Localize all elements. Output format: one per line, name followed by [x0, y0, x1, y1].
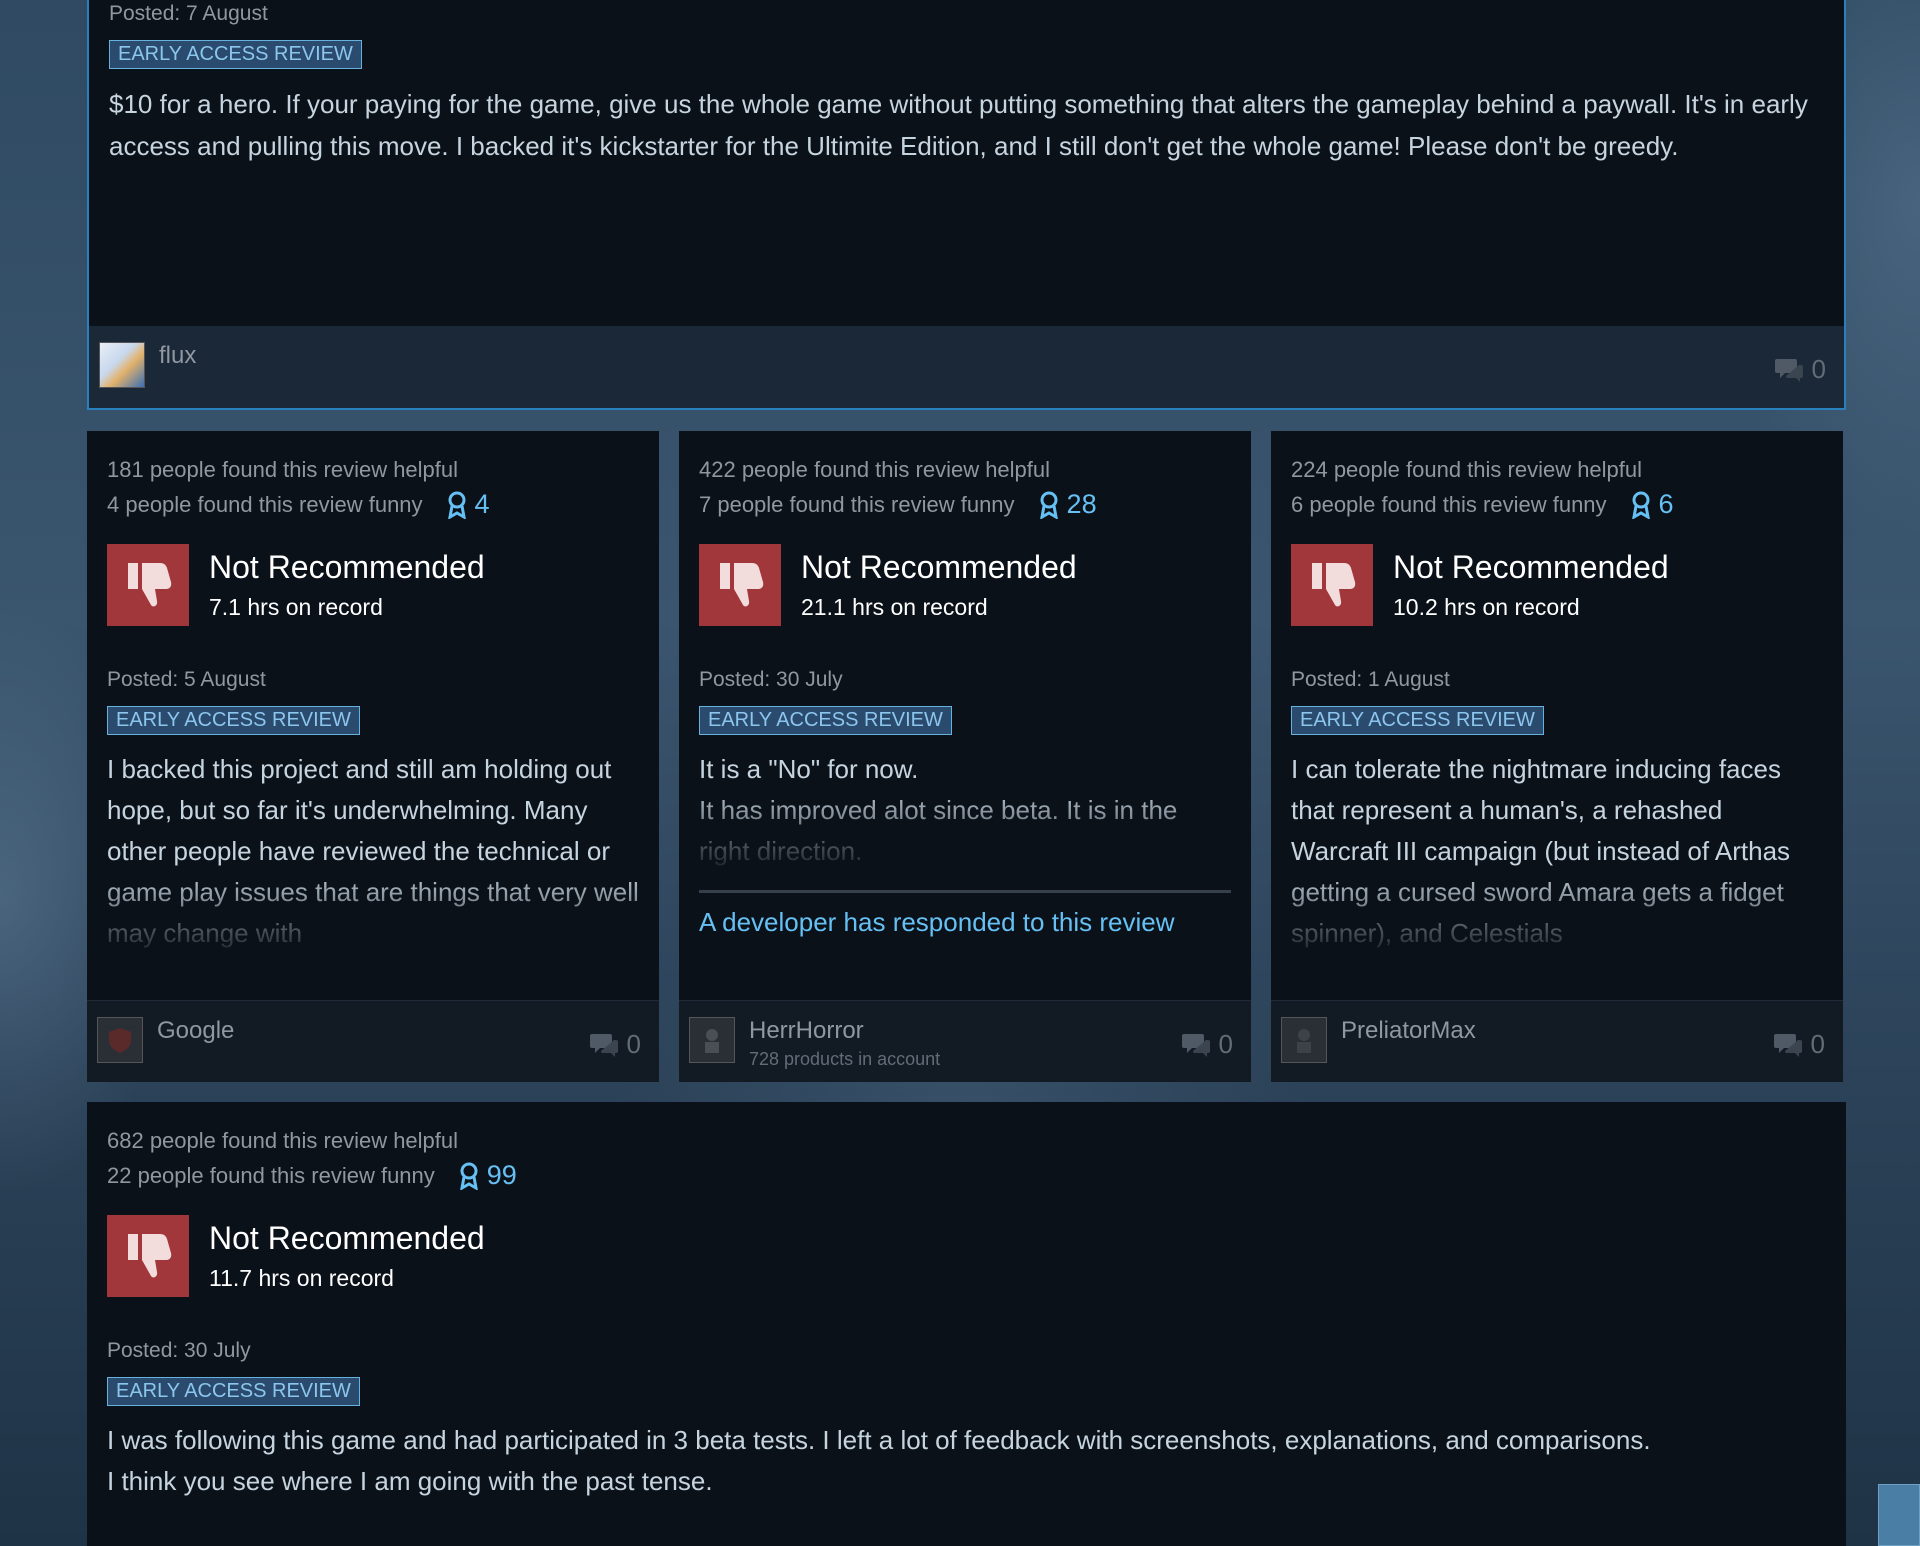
award-count: 6	[1658, 489, 1674, 519]
verdict-title: Not Recommended	[801, 549, 1077, 585]
shield-icon	[109, 1028, 131, 1053]
thumbs-down-icon	[1291, 544, 1373, 626]
hours-on-record: 7.1 hrs on record	[209, 594, 383, 620]
review-card[interactable]: 181 people found this review helpful 4 p…	[87, 431, 659, 1082]
comment-count[interactable]: 0	[1774, 354, 1826, 385]
thumbs-down-icon	[107, 544, 189, 626]
username[interactable]: PreliatorMax	[1341, 1017, 1476, 1045]
review-card[interactable]: 224 people found this review helpful 6 p…	[1271, 431, 1843, 1082]
award-count: 99	[486, 1160, 517, 1190]
verdict-title: Not Recommended	[209, 549, 485, 585]
funny-row: 4 people found this review funny 4	[107, 489, 639, 520]
username[interactable]: HerrHorror	[749, 1017, 864, 1045]
award-button[interactable]: 99	[459, 1160, 517, 1191]
early-access-badge: EARLY ACCESS REVIEW	[107, 1377, 360, 1406]
review-text: $10 for a hero. If your paying for the g…	[109, 89, 1808, 161]
verdict[interactable]: Not Recommended 11.7 hrs on record	[107, 1215, 1826, 1297]
funny-count: 7 people found this review funny	[699, 491, 1015, 517]
verdict[interactable]: Not Recommended 7.1 hrs on record	[107, 544, 639, 626]
review-text-line[interactable]: I think you see where I am going with th…	[107, 1461, 1826, 1502]
hours-on-record: 10.2 hrs on record	[1393, 594, 1580, 620]
funny-count: 4 people found this review funny	[107, 491, 423, 517]
posted-date: Posted: 30 July	[107, 1339, 251, 1362]
comment-count-value: 0	[1218, 1029, 1233, 1059]
early-access-badge: EARLY ACCESS REVIEW	[699, 706, 952, 735]
posted-date: Posted: 7 August	[109, 2, 268, 25]
funny-row: 7 people found this review funny 28	[699, 489, 1231, 520]
award-icon	[447, 491, 466, 519]
award-button[interactable]: 6	[1631, 489, 1674, 520]
review-footer: PreliatorMax 0	[1271, 1000, 1843, 1082]
review-card-top[interactable]: Posted: 7 August EARLY ACCESS REVIEW $10…	[87, 0, 1846, 410]
review-footer: flux 0	[89, 326, 1844, 408]
review-text-line[interactable]: It has improved alot since beta. It is i…	[699, 790, 1231, 872]
helpful-count: 682 people found this review helpful	[107, 1128, 459, 1153]
verdict[interactable]: Not Recommended 10.2 hrs on record	[1291, 544, 1823, 626]
award-count: 4	[474, 489, 490, 519]
funny-row: 22 people found this review funny 99	[107, 1160, 1826, 1191]
award-button[interactable]: 4	[447, 489, 490, 520]
helpful-count: 422 people found this review helpful	[699, 457, 1051, 482]
username[interactable]: Google	[157, 1017, 234, 1045]
products-in-account: 728 products in account	[749, 1049, 941, 1069]
award-icon	[459, 1162, 478, 1190]
verdict-title: Not Recommended	[209, 1220, 485, 1256]
hours-on-record: 11.7 hrs on record	[209, 1265, 394, 1291]
funny-count: 6 people found this review funny	[1291, 491, 1607, 517]
comment-icon	[589, 1033, 618, 1057]
thumbs-down-icon	[107, 1215, 189, 1297]
early-access-badge: EARLY ACCESS REVIEW	[1291, 706, 1544, 735]
posted-date: Posted: 5 August	[107, 668, 266, 691]
comment-icon	[1773, 1033, 1802, 1057]
username[interactable]: flux	[159, 342, 196, 370]
early-access-badge: EARLY ACCESS REVIEW	[109, 40, 362, 69]
thumbs-down-icon	[699, 544, 781, 626]
review-footer: Google 0	[87, 1000, 659, 1082]
review-card[interactable]: 422 people found this review helpful 7 p…	[679, 431, 1251, 1082]
comment-icon	[1181, 1033, 1210, 1057]
avatar[interactable]	[99, 342, 145, 388]
verdict-title: Not Recommended	[1393, 549, 1669, 585]
early-access-badge: EARLY ACCESS REVIEW	[107, 706, 360, 735]
comment-icon	[1774, 358, 1803, 382]
review-text-line[interactable]: I was following this game and had partic…	[107, 1420, 1826, 1461]
avatar[interactable]	[97, 1017, 143, 1063]
funny-count: 22 people found this review funny	[107, 1162, 435, 1188]
review-text[interactable]: I can tolerate the nightmare inducing fa…	[1291, 749, 1823, 957]
helpful-count: 181 people found this review helpful	[107, 457, 459, 482]
avatar[interactable]	[689, 1017, 735, 1063]
comment-count[interactable]: 0	[1773, 1029, 1825, 1060]
comment-count-value: 0	[1811, 354, 1826, 384]
award-button[interactable]: 28	[1039, 489, 1097, 520]
comment-count-value: 0	[1810, 1029, 1825, 1059]
developer-response-link[interactable]: A developer has responded to this review	[699, 890, 1231, 938]
comment-count[interactable]: 0	[589, 1029, 641, 1060]
helpful-count: 224 people found this review helpful	[1291, 457, 1643, 482]
verdict[interactable]: Not Recommended 21.1 hrs on record	[699, 544, 1231, 626]
funny-row: 6 people found this review funny 6	[1291, 489, 1823, 520]
award-icon	[1039, 491, 1058, 519]
award-icon	[1631, 491, 1650, 519]
avatar[interactable]	[1281, 1017, 1327, 1063]
review-card-wide[interactable]: 682 people found this review helpful 22 …	[87, 1102, 1846, 1546]
review-text-line[interactable]: It is a "No" for now.	[699, 749, 1231, 790]
comment-count[interactable]: 0	[1181, 1029, 1233, 1060]
comment-count-value: 0	[626, 1029, 641, 1059]
award-count: 28	[1066, 489, 1097, 519]
review-footer: HerrHorror 728 products in account 0	[679, 1000, 1251, 1082]
figure-icon	[705, 1029, 719, 1053]
scroll-button[interactable]	[1878, 1484, 1920, 1546]
review-text[interactable]: I backed this project and still am holdi…	[107, 749, 639, 957]
posted-date: Posted: 1 August	[1291, 668, 1450, 691]
posted-date: Posted: 30 July	[699, 668, 843, 691]
figure-icon	[1297, 1029, 1311, 1053]
hours-on-record: 21.1 hrs on record	[801, 594, 988, 620]
